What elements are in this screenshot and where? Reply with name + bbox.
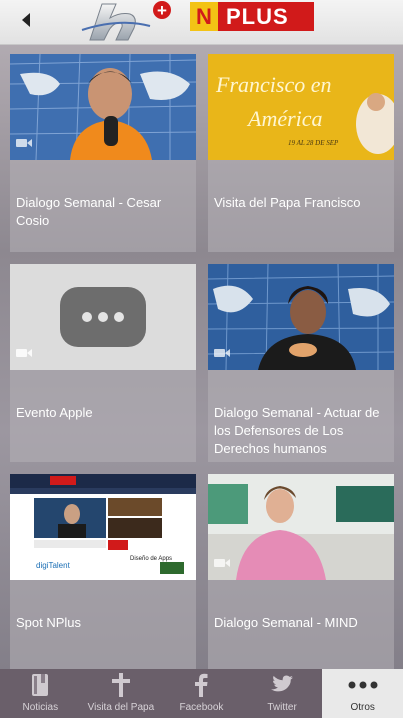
tab-facebook[interactable]: Facebook [161,669,242,718]
tab-noticias[interactable]: Noticias [0,669,81,718]
video-thumbnail [208,264,394,370]
more-dots-icon [348,673,378,697]
placeholder-dot [98,312,108,322]
book-icon [30,673,50,697]
video-grid: Dialogo Semanal - Cesar Cosio Francisco … [0,44,403,672]
placeholder-dot [82,312,92,322]
video-card[interactable]: Evento Apple [10,264,196,462]
tab-label: Visita del Papa [87,702,155,713]
h-plus-logo: + [80,0,180,42]
video-thumbnail: Francisco en América 19 AL 28 DE SEP [208,54,394,160]
tab-twitter[interactable]: Twitter [242,669,323,718]
video-title: Evento Apple [16,405,93,420]
nplus-logo: N PLUS [190,2,314,31]
thumb-text-digitalent: digiTalent [36,561,71,570]
video-title: Dialogo Semanal - Actuar de los Defensor… [214,405,380,456]
video-title: Dialogo Semanal - Cesar Cosio [16,195,162,228]
video-title: Visita del Papa Francisco [214,195,361,210]
video-card[interactable]: Dialogo Semanal - Actuar de los Defensor… [208,264,394,462]
video-thumbnail [208,474,394,580]
tab-label: Facebook [179,702,224,713]
tab-label: Noticias [22,702,59,713]
back-button[interactable] [14,8,38,32]
app-header: + N PLUS [0,0,403,45]
thumb-line-1: Francisco en [215,72,331,97]
video-card[interactable]: Dialogo Semanal - MIND [208,474,394,672]
facebook-icon [194,673,208,697]
video-thumbnail [10,54,196,160]
video-camera-icon [16,349,32,357]
tab-label: Otros [350,702,375,713]
twitter-icon [270,673,294,697]
tab-visita-del-papa[interactable]: Visita del Papa [81,669,162,718]
logo-h-plus-sign: + [157,1,167,20]
video-card[interactable]: Francisco en América 19 AL 28 DE SEP Vis… [208,54,394,252]
video-card[interactable]: Diseño de Apps digiTalent Spot NPlus [10,474,196,672]
thumb-line-2: América [246,106,323,131]
video-title: Spot NPlus [16,615,82,630]
video-thumbnail [10,264,196,370]
cross-icon [111,673,131,697]
logo-n: N [190,2,218,31]
logo-plus: PLUS [226,3,289,29]
tab-otros[interactable]: Otros [322,669,403,718]
tab-bar: Noticias Visita del Papa Facebook Twitte… [0,669,403,718]
video-camera-icon [214,349,230,357]
video-camera-icon [214,559,230,567]
thumb-text-apps: Diseño de Apps [130,556,172,562]
thumb-dates: 19 AL 28 DE SEP [288,139,339,147]
video-card[interactable]: Dialogo Semanal - Cesar Cosio [10,54,196,252]
video-title: Dialogo Semanal - MIND [214,615,358,630]
video-thumbnail: Diseño de Apps digiTalent [10,474,196,580]
placeholder-dot [114,312,124,322]
video-camera-icon [16,139,32,147]
tab-label: Twitter [267,702,297,713]
back-arrow-icon [22,13,30,27]
